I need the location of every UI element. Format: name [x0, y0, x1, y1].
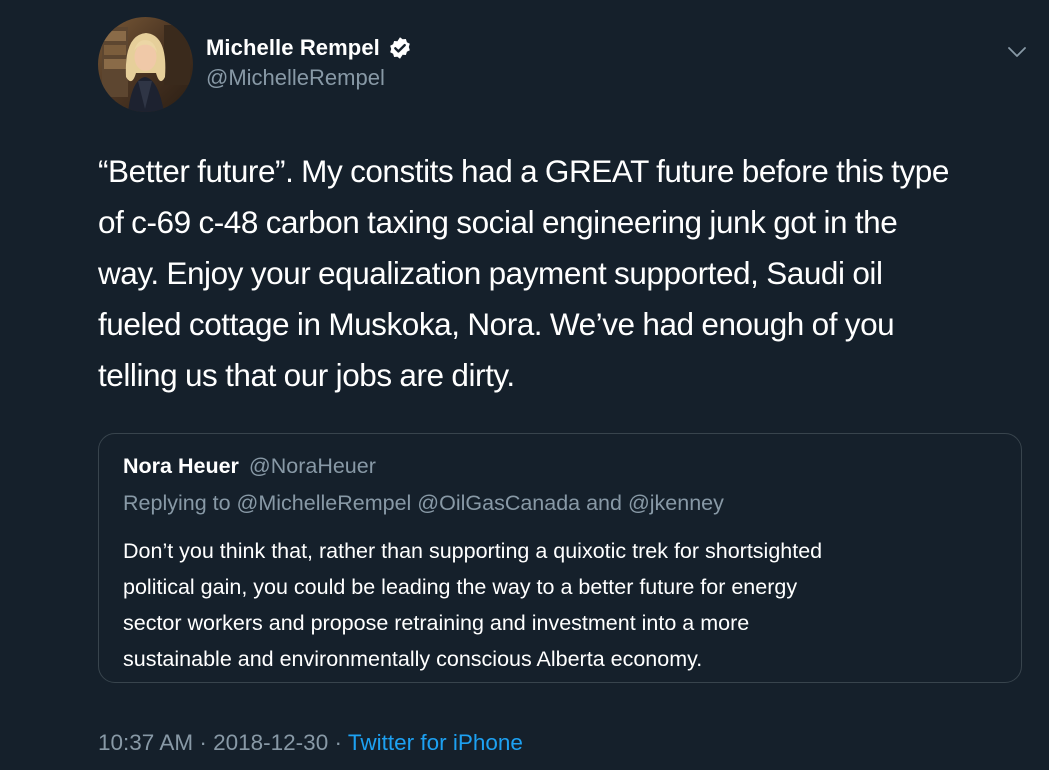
- tweet-meta: 10:37 AM · 2018-12-30 · Twitter for iPho…: [98, 730, 523, 756]
- quoted-tweet-header: Nora Heuer @NoraHeuer: [123, 454, 376, 479]
- tweet-source-link[interactable]: Twitter for iPhone: [348, 730, 523, 755]
- quoted-author-handle: @NoraHeuer: [248, 454, 376, 478]
- quoted-author-name: Nora Heuer: [123, 454, 239, 478]
- author-handle[interactable]: @MichelleRempel: [206, 65, 385, 91]
- profile-photo: [98, 17, 193, 112]
- meta-separator: ·: [334, 730, 342, 755]
- chevron-down-icon[interactable]: [1005, 40, 1029, 64]
- author-name-row[interactable]: Michelle Rempel: [206, 33, 412, 63]
- verified-badge-icon: [390, 37, 410, 59]
- avatar[interactable]: [98, 17, 193, 112]
- quoted-tweet-card[interactable]: Nora Heuer @NoraHeuer Replying to @Miche…: [98, 433, 1022, 683]
- quoted-tweet-text: Don’t you think that, rather than suppor…: [123, 539, 823, 671]
- author-display-name[interactable]: Michelle Rempel: [206, 35, 380, 61]
- quoted-replying-to: Replying to @MichelleRempel @OilGasCanad…: [123, 491, 724, 515]
- tweet-date[interactable]: 2018-12-30: [213, 730, 328, 755]
- tweet-time[interactable]: 10:37 AM: [98, 730, 193, 755]
- meta-separator: ·: [199, 730, 207, 755]
- tweet-text: “Better future”. My constits had a GREAT…: [98, 153, 949, 393]
